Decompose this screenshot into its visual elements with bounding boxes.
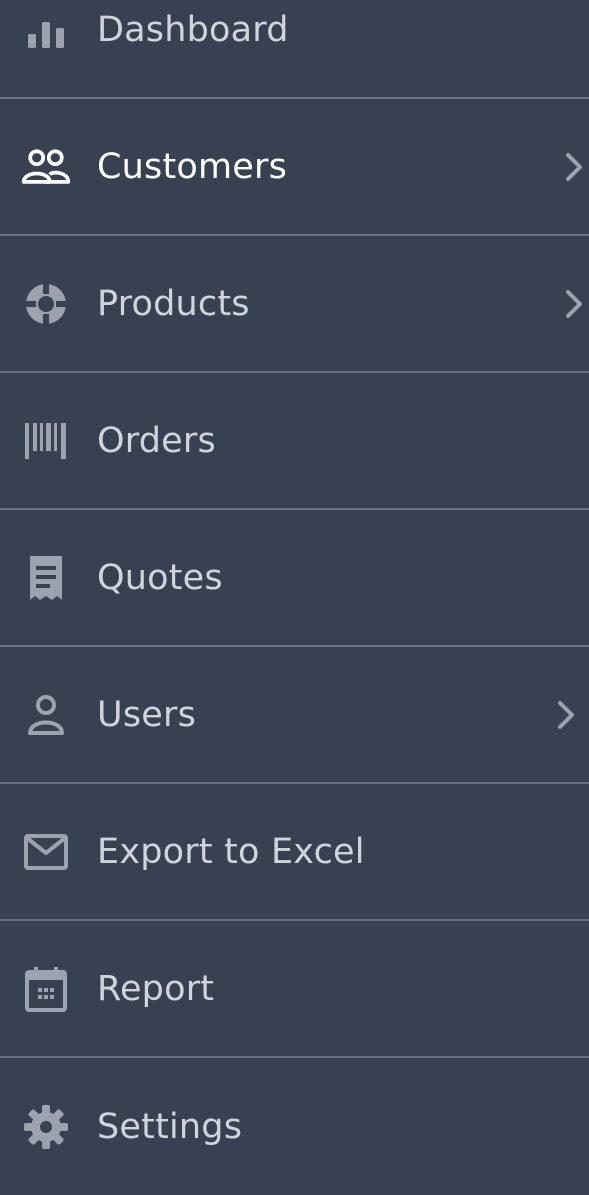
- sidebar-menu: Dashboard Customers Products Orders Quot…: [0, 0, 589, 1195]
- user-icon: [20, 689, 72, 741]
- sidebar-item-quotes[interactable]: Quotes: [0, 510, 589, 647]
- sidebar-item-label: Users: [97, 694, 197, 735]
- chart-bar-icon: [20, 4, 72, 56]
- sidebar-item-customers[interactable]: Customers: [0, 99, 589, 236]
- sidebar-item-label: Export to Excel: [97, 831, 365, 872]
- sidebar-item-label: Customers: [97, 146, 288, 187]
- users-icon: [20, 141, 72, 193]
- receipt-icon: [20, 552, 72, 604]
- sidebar-item-users[interactable]: Users: [0, 647, 589, 784]
- sidebar-item-label: Settings: [97, 1106, 243, 1147]
- sidebar-item-report[interactable]: Report: [0, 921, 589, 1058]
- chevron-right-icon: [555, 695, 581, 735]
- calendar-icon: [20, 963, 72, 1015]
- sidebar-item-label: Products: [97, 283, 250, 324]
- sidebar-item-label: Report: [97, 968, 215, 1009]
- lifebuoy-icon: [20, 278, 72, 330]
- sidebar-item-label: Orders: [97, 420, 216, 461]
- chevron-right-icon: [563, 284, 589, 324]
- gear-icon: [20, 1101, 72, 1153]
- sidebar-item-products[interactable]: Products: [0, 236, 589, 373]
- sidebar-item-orders[interactable]: Orders: [0, 373, 589, 510]
- sidebar-item-label: Quotes: [97, 557, 223, 598]
- sidebar-item-dashboard[interactable]: Dashboard: [0, 0, 589, 99]
- envelope-icon: [20, 826, 72, 878]
- barcode-icon: [20, 415, 72, 467]
- sidebar-item-settings[interactable]: Settings: [0, 1058, 589, 1195]
- chevron-right-icon: [563, 147, 589, 187]
- sidebar-item-label: Dashboard: [97, 9, 289, 50]
- sidebar-item-export-to-excel[interactable]: Export to Excel: [0, 784, 589, 921]
